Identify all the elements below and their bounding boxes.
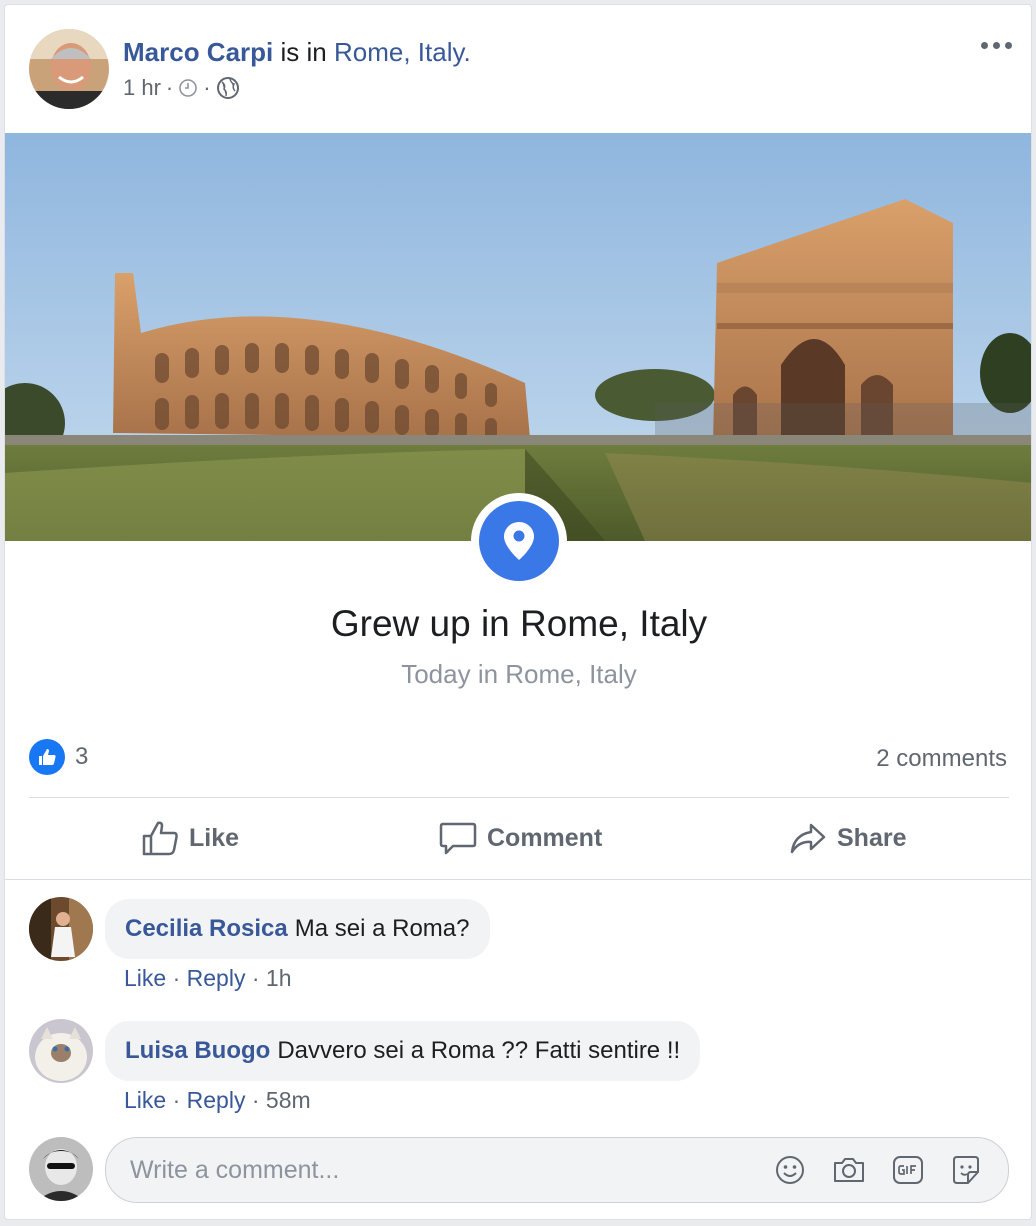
location-pin-badge (471, 493, 567, 589)
more-options-icon[interactable] (981, 35, 1017, 55)
emoji-icon[interactable] (774, 1154, 806, 1186)
camera-icon[interactable] (832, 1154, 866, 1186)
comment-actions: Like · Reply · 1h (124, 965, 292, 992)
sticker-icon[interactable] (950, 1154, 982, 1186)
comment-bubble: Cecilia Rosica Ma sei a Roma? (105, 899, 490, 959)
post-card: Marco Carpi is in Rome, Italy. 1 hr · · (4, 4, 1032, 1220)
comment-author-link[interactable]: Luisa Buogo (125, 1037, 270, 1065)
map-pin-icon (479, 501, 559, 581)
gif-icon[interactable] (892, 1154, 924, 1186)
comment-actions: Like · Reply · 58m (124, 1087, 311, 1114)
location-cover-photo[interactable] (5, 133, 1031, 541)
comment-button[interactable]: Comment (439, 819, 602, 857)
header-verb: is in (280, 37, 327, 67)
reaction-summary[interactable]: 3 (29, 739, 88, 775)
post-header-title: Marco Carpi is in Rome, Italy. (123, 37, 471, 68)
commenter-avatar[interactable] (29, 1019, 93, 1083)
divider (29, 797, 1009, 798)
comment-bubble: Luisa Buogo Davvero sei a Roma ?? Fatti … (105, 1021, 701, 1081)
like-reaction-icon (29, 739, 65, 775)
comment-meta-separator: · (172, 965, 181, 991)
comment-reply-link[interactable]: Reply (187, 965, 246, 991)
place-title: Grew up in Rome, Italy (330, 603, 708, 644)
comment-meta-separator: · (251, 1087, 260, 1113)
composer-tools (774, 1154, 1008, 1186)
comment-time[interactable]: 1h (266, 965, 292, 991)
post-time[interactable]: 1 hr (123, 75, 161, 101)
comment-time[interactable]: 58m (266, 1087, 311, 1113)
clock-icon (178, 78, 198, 98)
comment-like-link[interactable]: Like (124, 1087, 166, 1113)
comments-divider (5, 879, 1031, 880)
comment-text: Davvero sei a Roma ?? Fatti sentire !! (277, 1037, 681, 1064)
share-label: Share (837, 823, 907, 852)
commenter-avatar[interactable] (29, 897, 93, 961)
meta-separator-2: · (203, 75, 211, 100)
likes-count: 3 (75, 743, 89, 770)
like-button[interactable]: Like (141, 819, 239, 857)
globe-icon[interactable] (216, 76, 240, 100)
comment-icon (439, 819, 477, 857)
comment-author-link[interactable]: Cecilia Rosica (125, 915, 288, 943)
comment-meta-separator: · (172, 1087, 181, 1113)
thumbs-up-icon (141, 819, 179, 857)
comment-composer (105, 1137, 1009, 1203)
place-subtitle: Today in Rome, Italy (401, 659, 637, 689)
like-label: Like (189, 823, 240, 852)
comments-count[interactable]: 2 comments (876, 745, 1007, 773)
comment-input[interactable] (106, 1154, 732, 1186)
comment-meta-separator: · (251, 965, 260, 991)
author-avatar[interactable] (29, 29, 109, 109)
comment-label: Comment (487, 823, 603, 852)
comment-reply-link[interactable]: Reply (187, 1087, 246, 1113)
author-name-link[interactable]: Marco Carpi (123, 37, 273, 67)
meta-separator: · (165, 75, 174, 100)
comment-text: Ma sei a Roma? (294, 915, 470, 942)
comment-like-link[interactable]: Like (124, 965, 166, 991)
share-icon (789, 819, 827, 857)
location-link[interactable]: Rome, Italy. (334, 37, 471, 67)
post-meta: 1 hr · · (123, 75, 240, 101)
share-button[interactable]: Share (789, 819, 906, 857)
current-user-avatar (29, 1137, 93, 1201)
